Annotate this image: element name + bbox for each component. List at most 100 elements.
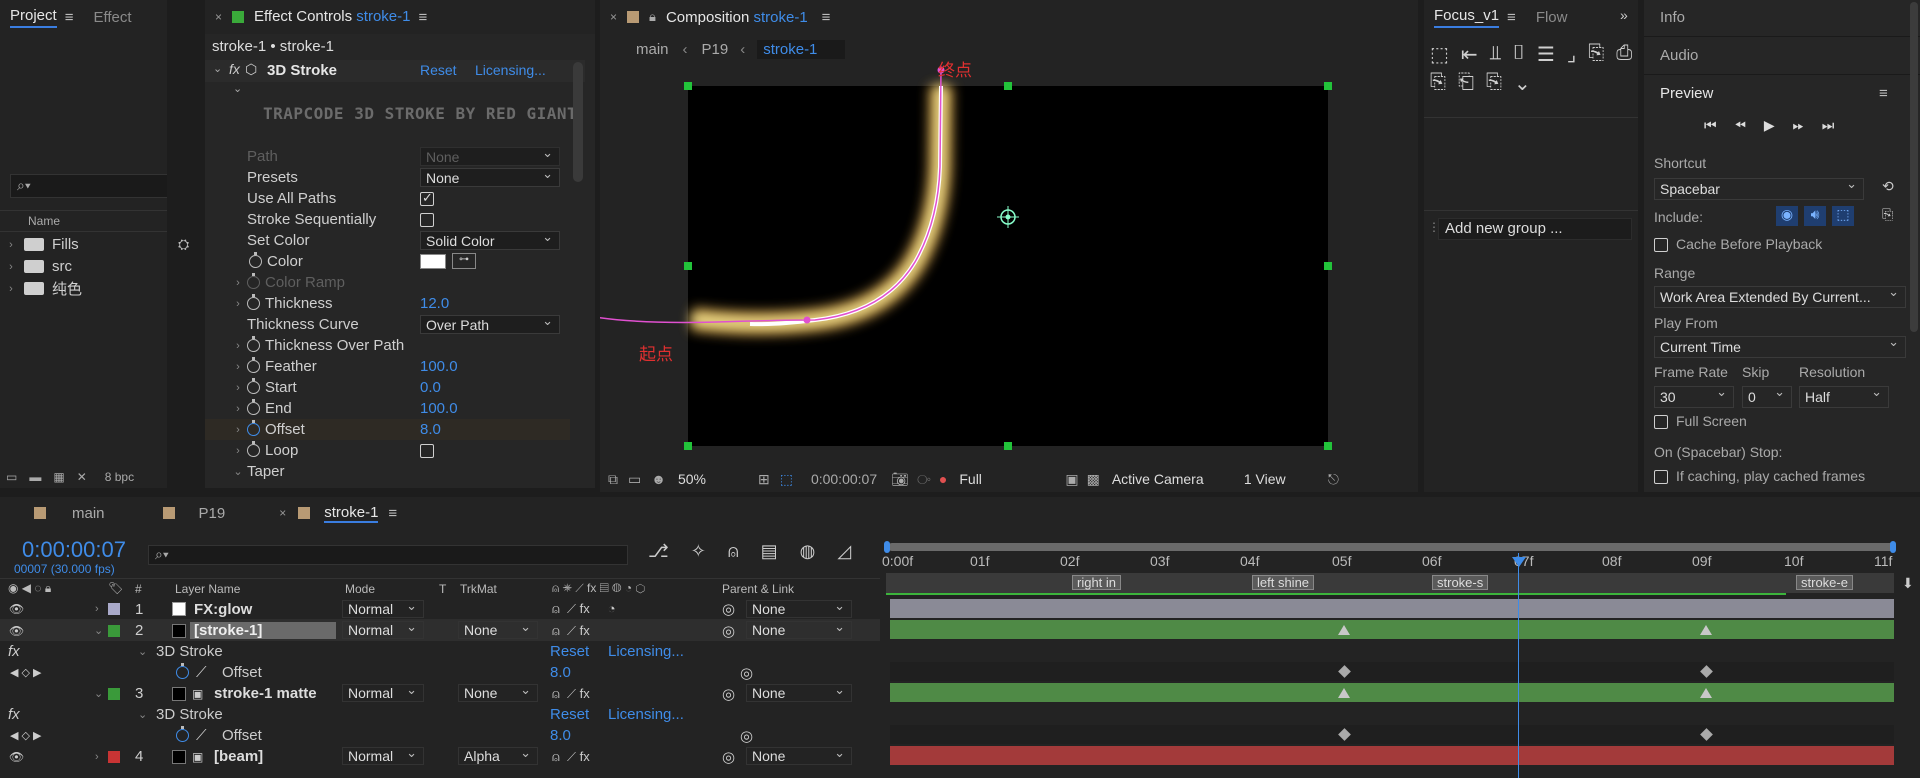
interpret-footage-icon[interactable]: ▭: [6, 470, 17, 488]
layer-handle[interactable]: [684, 82, 692, 90]
project-item[interactable]: › 纯色: [0, 278, 167, 299]
color-swatch[interactable]: [420, 254, 446, 269]
comp-viewer[interactable]: [600, 62, 1418, 462]
use-all-paths-checkbox[interactable]: [420, 190, 434, 206]
align-tool-icon[interactable]: ⎘: [1430, 71, 1446, 96]
cti-head[interactable]: [1512, 557, 1526, 567]
align-tool-icon[interactable]: ⌟: [1567, 42, 1576, 67]
chevron-right-icon[interactable]: ›: [233, 298, 243, 310]
layer-parent-dropdown[interactable]: None: [746, 598, 852, 618]
reset-link[interactable]: Reset: [550, 643, 589, 660]
stopwatch-icon[interactable]: [247, 441, 260, 457]
range-dropdown[interactable]: Work Area Extended By Current...: [1654, 284, 1906, 308]
chevron-down-icon[interactable]: ⌄: [233, 465, 243, 478]
licensing-link[interactable]: Licensing...: [608, 643, 684, 660]
tab-focus[interactable]: Focus_v1 ≡: [1424, 0, 1526, 34]
trash-icon[interactable]: ✕: [77, 470, 87, 488]
expression-pickwhip-icon[interactable]: ◎: [740, 664, 753, 682]
resolution-dropdown[interactable]: Full: [959, 471, 1059, 487]
prev-frame-icon[interactable]: ⏪︎: [1735, 117, 1746, 134]
layer-color-swatch[interactable]: [108, 624, 120, 637]
stopwatch-active-icon[interactable]: [176, 663, 189, 679]
layer-name[interactable]: FX:glow: [194, 601, 252, 618]
layer-marker[interactable]: [1338, 625, 1350, 635]
pickwhip-icon[interactable]: ◎: [722, 600, 735, 618]
layer-marker[interactable]: [1700, 625, 1712, 635]
anchor-point-icon[interactable]: [997, 206, 1019, 228]
comp-marker[interactable]: stroke-s: [1432, 575, 1489, 590]
comp-marker[interactable]: left shine: [1252, 575, 1315, 590]
menu-icon[interactable]: ≡: [65, 9, 74, 26]
layer-color-swatch[interactable]: [108, 603, 120, 615]
timeline-timecode[interactable]: 0:00:00:07: [22, 537, 126, 563]
keyframe-nav-icon[interactable]: ◀ ◇ ▶: [10, 666, 42, 679]
mask-icon[interactable]: ☻: [651, 471, 666, 487]
draft-3d-icon[interactable]: ✧: [691, 541, 706, 562]
cache-before-checkbox[interactable]: [1654, 238, 1668, 252]
next-frame-icon[interactable]: ⏩︎: [1793, 117, 1804, 134]
comp-timecode[interactable]: 0:00:00:07: [811, 471, 877, 487]
chevron-right-icon[interactable]: ›: [233, 277, 243, 289]
always-preview-icon[interactable]: ⧉: [608, 471, 618, 488]
chevron-right-icon[interactable]: ›: [233, 424, 243, 436]
layer-color-swatch[interactable]: [108, 750, 120, 763]
layer-trkmat-dropdown[interactable]: Alpha: [458, 745, 538, 765]
first-frame-icon[interactable]: ⏮: [1704, 117, 1717, 134]
crumb-main[interactable]: main: [636, 41, 669, 58]
licensing-link[interactable]: Licensing...: [475, 62, 546, 78]
export-icon[interactable]: ⎘: [1882, 206, 1893, 223]
comp-marker[interactable]: right in: [1072, 575, 1122, 590]
info-section-header[interactable]: Info: [1660, 9, 1685, 26]
layer-mode-dropdown[interactable]: Normal: [342, 619, 424, 639]
align-tool-icon[interactable]: ⬚: [1430, 42, 1449, 67]
close-icon[interactable]: ×: [215, 10, 222, 24]
layer-name[interactable]: stroke-1 matte: [214, 685, 317, 702]
chevron-right-icon[interactable]: ›: [233, 445, 243, 457]
comp-flowchart-icon[interactable]: ⎇: [648, 541, 669, 562]
shortcut-dropdown[interactable]: Spacebar: [1654, 176, 1864, 200]
effect-row[interactable]: fx ⌄ 3D Stroke Reset Licensing...: [0, 704, 880, 725]
loop-checkbox[interactable]: [420, 444, 434, 458]
include-audio-icon[interactable]: 🔊︎: [1804, 206, 1826, 226]
expand-chevron-icon[interactable]: »: [1620, 7, 1628, 23]
layer-handle[interactable]: [684, 262, 692, 270]
layer-trkmat-dropdown[interactable]: None: [458, 682, 538, 702]
full-screen-checkbox[interactable]: [1654, 415, 1668, 429]
graph-editor-icon[interactable]: ◿: [837, 541, 851, 562]
licensing-link[interactable]: Licensing...: [608, 706, 684, 723]
offset-value[interactable]: 8.0: [550, 727, 571, 744]
stopwatch-icon[interactable]: [247, 336, 260, 352]
layer-handle[interactable]: [1324, 82, 1332, 90]
preview-section-header[interactable]: Preview: [1660, 85, 1713, 102]
grid-icon[interactable]: ⊞: [758, 471, 770, 488]
tab-p19[interactable]: P19: [199, 505, 226, 522]
thickness-value[interactable]: 12.0: [420, 295, 449, 312]
project-search-input[interactable]: ⌕▾: [10, 174, 167, 198]
tab-main[interactable]: main: [72, 505, 105, 522]
pickwhip-icon[interactable]: ◎: [722, 685, 735, 703]
work-area-bar[interactable]: [888, 543, 1894, 551]
layer-name[interactable]: [stroke-1]: [190, 622, 336, 639]
layer-bar[interactable]: [890, 599, 1894, 618]
offset-property-row[interactable]: ◀ ◇ ▶ ⟋ Offset 8.0 ◎: [0, 662, 880, 683]
zoom-dropdown[interactable]: 50%: [678, 471, 754, 487]
chevron-right-icon[interactable]: ›: [233, 340, 243, 352]
layer-marker[interactable]: [1338, 688, 1350, 698]
project-item[interactable]: › src: [0, 256, 167, 277]
chevron-right-icon[interactable]: ›: [233, 382, 243, 394]
scrollbar[interactable]: [573, 62, 583, 182]
views-dropdown[interactable]: 1 View: [1244, 471, 1328, 487]
tab-effect[interactable]: Effect: [83, 0, 141, 34]
stopwatch-icon[interactable]: [247, 294, 260, 310]
work-area-start-handle[interactable]: [884, 541, 890, 553]
align-tool-icon[interactable]: ⇤: [1461, 42, 1478, 67]
current-time-indicator[interactable]: [1518, 553, 1519, 778]
show-snapshot-icon[interactable]: ⧂: [917, 471, 931, 488]
roi-icon[interactable]: ▣: [1065, 471, 1078, 488]
layer-mode-dropdown[interactable]: Normal: [342, 598, 424, 618]
feather-value[interactable]: 100.0: [420, 358, 458, 375]
chevron-right-icon[interactable]: ›: [95, 751, 99, 763]
offset-property-row[interactable]: ◀ ◇ ▶ ⟋ Offset 8.0 ◎: [0, 725, 880, 746]
chevron-down-icon[interactable]: ⌄: [94, 687, 103, 700]
comp-marker-bin-icon[interactable]: ⬇: [1902, 575, 1914, 592]
